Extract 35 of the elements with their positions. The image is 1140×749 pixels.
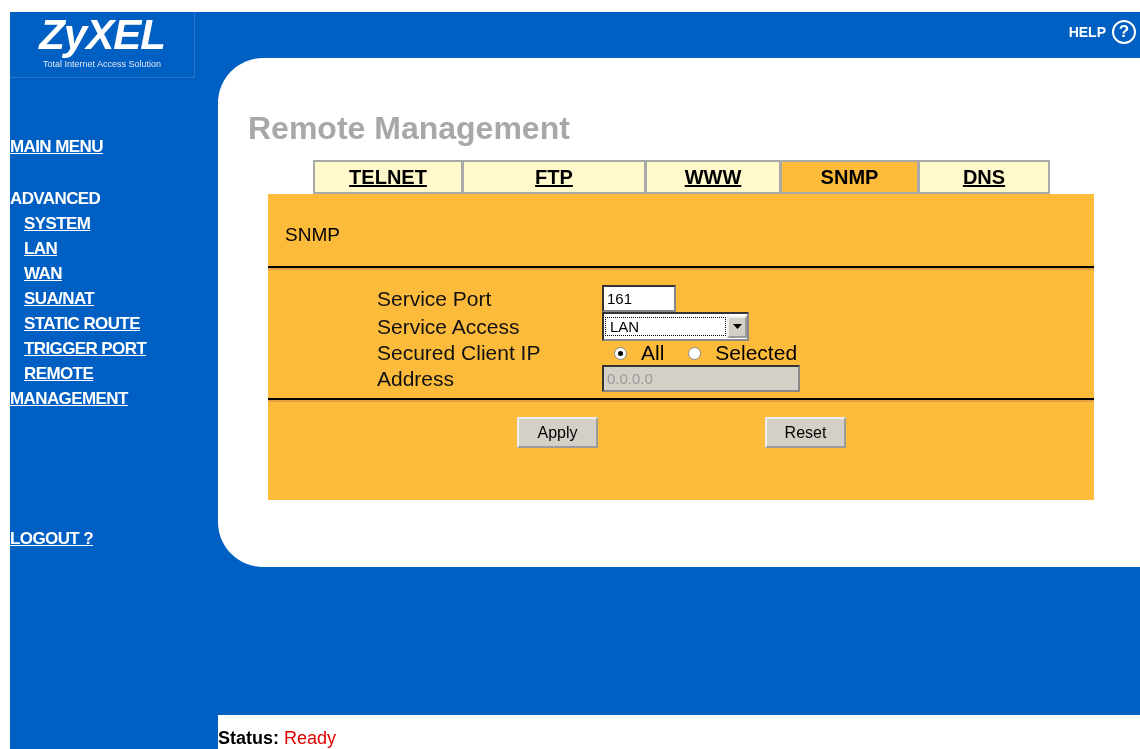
field-label: Service Port	[377, 286, 493, 311]
status-label: Status:	[218, 728, 279, 749]
caret-icon	[732, 324, 742, 329]
tab[interactable]: WWW	[645, 160, 780, 194]
help-link[interactable]: HELP ?	[1068, 20, 1136, 44]
menu-link[interactable]: TRIGGER PORT	[10, 336, 175, 361]
panel-heading: SNMP	[284, 223, 341, 247]
radio-option[interactable]: All	[614, 341, 665, 365]
radio-option[interactable]: Selected	[688, 341, 798, 365]
main-menu-link[interactable]: MAIN MENU	[10, 134, 175, 159]
tab[interactable]: DNS	[918, 160, 1050, 194]
menu-link[interactable]: REMOTE MANAGEMENT	[10, 361, 175, 411]
page-title: Remote Management	[248, 109, 571, 148]
tab[interactable]: FTP	[462, 160, 645, 194]
tab[interactable]: SNMP	[780, 160, 918, 194]
menu-link[interactable]: SYSTEM	[10, 211, 175, 236]
field-label: Secured Client IP	[377, 341, 542, 365]
logout-link[interactable]: LOGOUT ?	[10, 526, 175, 551]
menu-section-heading: ADVANCED	[10, 188, 102, 210]
field-label: Service Access	[377, 314, 521, 339]
reset-button[interactable]: Reset	[765, 417, 846, 448]
field-label: Address	[377, 366, 456, 391]
radio-button[interactable]	[688, 346, 702, 360]
dropdown[interactable]: LAN	[602, 312, 749, 341]
radio-button[interactable]	[614, 346, 627, 360]
text-field[interactable]: 161	[602, 285, 676, 312]
menu-link[interactable]: SUA/NAT	[10, 286, 175, 311]
menu-link[interactable]: WAN	[10, 261, 175, 286]
menu-link[interactable]: LAN	[10, 236, 175, 261]
tab[interactable]: TELNET	[313, 160, 462, 194]
status-value: Ready	[284, 728, 337, 749]
apply-button[interactable]: Apply	[517, 417, 598, 448]
menu-link[interactable]: STATIC ROUTE	[10, 311, 175, 336]
logo-tagline: Total Internet Access Solution	[42, 59, 162, 70]
help-icon: ?	[1112, 20, 1136, 44]
